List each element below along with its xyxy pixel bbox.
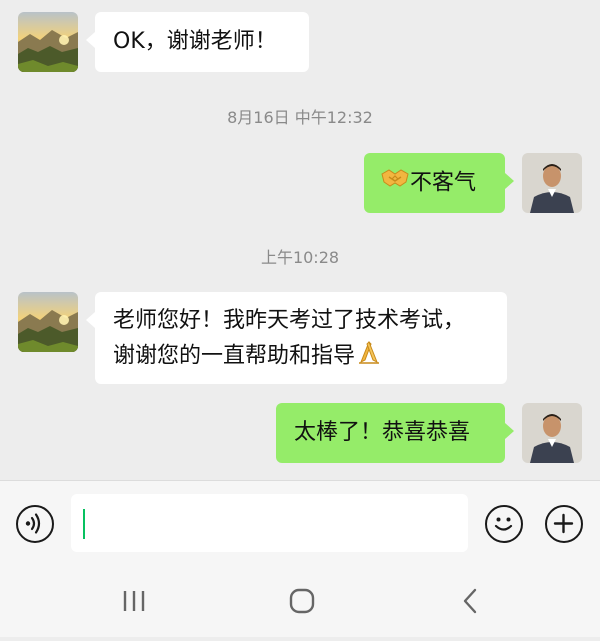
home-icon	[289, 588, 315, 614]
chat-message-list[interactable]: OK，谢谢老师！ 8月16日 中午12:32 不客气 上午10:28 老师您好！…	[0, 0, 600, 480]
message-text-line: 老师您好！我昨天考过了技术考试，	[113, 308, 466, 333]
contact-avatar[interactable]	[18, 12, 78, 72]
my-avatar[interactable]	[522, 153, 582, 213]
contact-avatar[interactable]	[18, 292, 78, 352]
voice-toggle-button[interactable]	[16, 505, 54, 543]
my-avatar[interactable]	[522, 403, 582, 463]
landscape-avatar-image	[18, 12, 78, 72]
text-cursor	[83, 509, 85, 539]
message-input-bar	[0, 480, 600, 569]
recents-icon	[123, 591, 145, 611]
outgoing-message-bubble[interactable]: 不客气	[364, 153, 514, 213]
message-input[interactable]	[71, 494, 468, 552]
incoming-message-bubble[interactable]: 老师您好！我昨天考过了技术考试， 谢谢您的一直帮助和指导	[86, 292, 507, 384]
home-button[interactable]	[262, 568, 342, 637]
emoji-button[interactable]	[485, 505, 523, 543]
back-button[interactable]	[430, 568, 510, 637]
more-actions-button[interactable]	[545, 505, 583, 543]
smiley-icon	[494, 517, 513, 531]
voice-toggle-icon	[25, 513, 41, 534]
message-text: OK，谢谢老师！	[113, 29, 277, 54]
landscape-avatar-image	[18, 292, 78, 352]
timestamp: 上午10:28	[260, 248, 340, 267]
person-avatar-image	[522, 153, 582, 213]
message-text: 太棒了！恭喜恭喜	[294, 420, 471, 445]
outgoing-message-bubble[interactable]: 太棒了！恭喜恭喜	[276, 403, 514, 463]
incoming-message-bubble[interactable]: OK，谢谢老师！	[86, 12, 309, 72]
message-text-line: 谢谢您的一直帮助和指导	[113, 338, 489, 375]
timestamp: 8月16日 中午12:32	[227, 108, 373, 127]
back-icon	[463, 588, 477, 614]
plus-icon	[553, 513, 574, 534]
person-avatar-image	[522, 403, 582, 463]
pray-hands-emoji-icon	[355, 338, 383, 375]
recents-button[interactable]	[94, 568, 174, 637]
system-navigation-bar	[0, 568, 600, 637]
handshake-emoji-icon	[380, 166, 410, 201]
message-text: 不客气	[410, 170, 477, 196]
